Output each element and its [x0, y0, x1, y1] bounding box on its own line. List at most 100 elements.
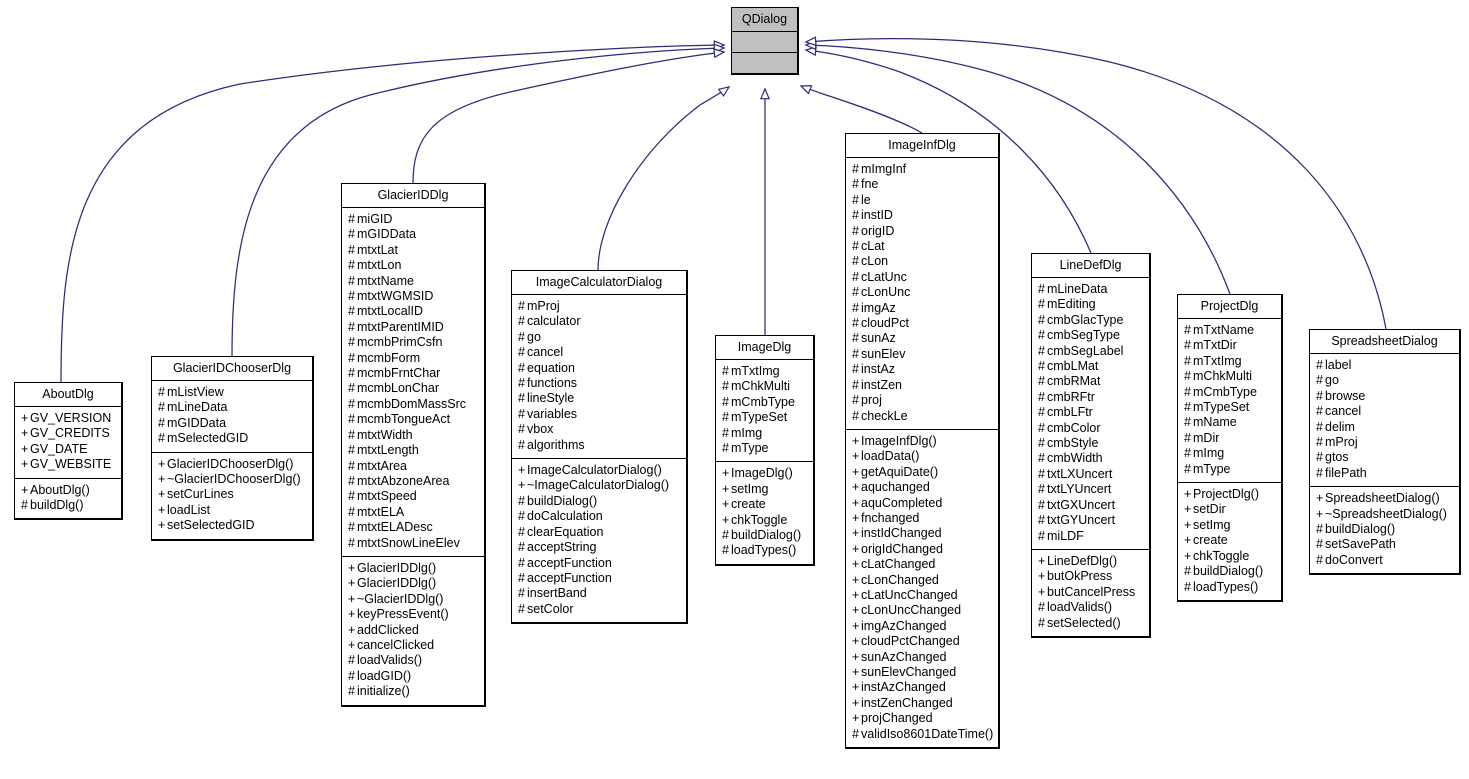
visibility-marker: #: [348, 304, 355, 319]
member-label: projChanged: [861, 711, 933, 726]
class-box-glacieridchooserdlg[interactable]: GlacierIDChooserDlg # mListView # mLineData…: [151, 356, 314, 541]
member-label: imgAz: [861, 300, 896, 315]
visibility-marker: #: [518, 299, 525, 313]
class-member: + GlacierIDChooserDlg(): [158, 457, 310, 472]
class-member: # mType: [1184, 462, 1279, 477]
visibility-marker: #: [518, 555, 525, 570]
member-label: buildDlg(): [30, 498, 84, 513]
class-member: + instZenChanged: [852, 696, 996, 711]
class-member: + butCancelPress: [1038, 585, 1147, 600]
visibility-marker: #: [348, 227, 355, 242]
member-label: buildDialog(): [1193, 564, 1264, 579]
visibility-marker: +: [722, 497, 730, 512]
class-member: # cmbSegLabel: [1038, 344, 1147, 359]
attributes-section: # label # go # browse # cancel # delim # mProj # gtos…: [1310, 354, 1459, 488]
member-label: browse: [1325, 388, 1366, 403]
class-title: GlacierIDDlg: [342, 184, 484, 208]
member-label: instID: [861, 208, 893, 223]
visibility-marker: +: [21, 411, 29, 425]
class-member: # mGIDData: [348, 227, 482, 242]
visibility-marker: +: [852, 649, 860, 664]
class-member: + setSelectedGID: [158, 518, 310, 533]
member-label: mGIDData: [357, 227, 417, 242]
class-box-projectdlg[interactable]: ProjectDlg # mTxtName # mTxtDir # mTxtImg # mCh…: [1177, 294, 1283, 602]
class-member: + ~SpreadsheetDialog(): [1316, 507, 1457, 522]
member-label: ImageDlg(): [731, 466, 793, 481]
member-label: miLDF: [1047, 528, 1084, 543]
class-member: + GV_VERSION: [21, 411, 119, 426]
member-label: setSelected(): [1047, 615, 1121, 630]
class-title: QDialog: [732, 8, 797, 32]
member-label: mLineData: [1047, 282, 1108, 296]
class-member: + loadList: [158, 503, 310, 518]
member-label: GlacierIDDlg(): [357, 576, 437, 591]
visibility-marker: +: [852, 510, 860, 525]
class-box-aboutdlg[interactable]: AboutDlg + GV_VERSION + GV_CREDITS + GV_DATE +…: [14, 382, 123, 521]
visibility-marker: +: [852, 526, 860, 541]
member-label: cmbGlacType: [1047, 312, 1124, 327]
visibility-marker: +: [158, 472, 166, 487]
class-member: # buildDialog(): [1184, 564, 1279, 579]
member-label: mGIDData: [167, 415, 227, 430]
member-label: GV_CREDITS: [30, 426, 110, 441]
visibility-marker: #: [518, 360, 525, 375]
class-member: # loadGID(): [348, 669, 482, 684]
class-member: + loadData(): [852, 449, 996, 464]
class-member: # mImgInf: [852, 162, 996, 177]
visibility-marker: #: [1316, 450, 1323, 465]
class-member: # mTxtImg: [1184, 354, 1279, 369]
visibility-marker: #: [518, 422, 525, 437]
member-label: loadValids(): [1047, 600, 1113, 615]
class-box-qdialog[interactable]: QDialog: [731, 7, 799, 75]
member-label: mSelectedGID: [167, 431, 249, 446]
edge-glacieriddlg-qdialog: [412, 52, 724, 184]
member-label: acceptString: [527, 540, 597, 555]
visibility-marker: #: [852, 316, 859, 331]
class-box-imagedlg[interactable]: ImageDlg # mTxtImg # mChkMulti # mCmbType # mTy…: [715, 335, 815, 566]
class-box-linedefdlg[interactable]: LineDefDlg # mLineData # mEditing # cmbGlacTy…: [1031, 253, 1151, 638]
class-box-spreadsheetdialog[interactable]: SpreadsheetDialog # label # go # browse # cance…: [1309, 329, 1461, 576]
visibility-marker: #: [158, 415, 165, 430]
member-label: AboutDlg(): [30, 482, 90, 497]
class-member: # delim: [1316, 420, 1457, 435]
member-label: fnchanged: [861, 510, 920, 525]
member-label: mtxtLat: [357, 242, 398, 257]
visibility-marker: #: [1038, 389, 1045, 404]
member-label: setSelectedGID: [167, 518, 255, 533]
member-label: txtGYUncert: [1047, 513, 1116, 528]
class-member: + sunElevChanged: [852, 665, 996, 680]
member-label: mCmbType: [731, 394, 795, 409]
member-label: mtxtWGMSID: [357, 289, 434, 304]
member-label: cloudPctChanged: [861, 634, 960, 649]
class-member: # mtxtLength: [348, 443, 482, 458]
member-label: mProj: [1325, 435, 1358, 450]
visibility-marker: #: [348, 212, 355, 226]
class-member: # cmbWidth: [1038, 451, 1147, 466]
class-member: + SpreadsheetDialog(): [1316, 491, 1457, 506]
class-box-imagecalculatordialog[interactable]: ImageCalculatorDialog # mProj # calculator #…: [511, 270, 688, 625]
class-member: # mtxtLon: [348, 258, 482, 273]
visibility-marker: #: [1316, 537, 1323, 552]
class-box-glacieriddlg[interactable]: GlacierIDDlg # miGID # mGIDData # mtxtLat # mtx…: [341, 183, 486, 707]
member-label: loadTypes(): [731, 543, 797, 558]
visibility-marker: +: [1038, 584, 1046, 599]
member-label: functions: [527, 376, 578, 391]
visibility-marker: #: [852, 346, 859, 361]
operations-section: + ImageDlg() + setImg + create + chkToggle # buil…: [716, 462, 813, 563]
class-member: # proj: [852, 393, 996, 408]
class-member: # initialize(): [348, 684, 482, 699]
class-member: # label: [1316, 358, 1457, 373]
visibility-marker: #: [1316, 419, 1323, 434]
member-label: cmbLMat: [1047, 359, 1099, 374]
class-member: + cLonUncChanged: [852, 603, 996, 618]
class-member: + instAzChanged: [852, 680, 996, 695]
visibility-marker: #: [1184, 579, 1191, 594]
member-label: GlacierIDDlg(): [357, 560, 437, 575]
member-label: mtxtSnowLineElev: [357, 535, 460, 550]
visibility-marker: +: [1038, 553, 1046, 568]
member-label: gtos: [1325, 450, 1349, 465]
class-member: # txtLXUncert: [1038, 467, 1147, 482]
member-label: doCalculation: [527, 509, 603, 524]
class-box-imageinfdlg[interactable]: ImageInfDlg # mImgInf # fne # le # instID # origI…: [845, 133, 1000, 750]
member-label: lineStyle: [527, 391, 575, 406]
